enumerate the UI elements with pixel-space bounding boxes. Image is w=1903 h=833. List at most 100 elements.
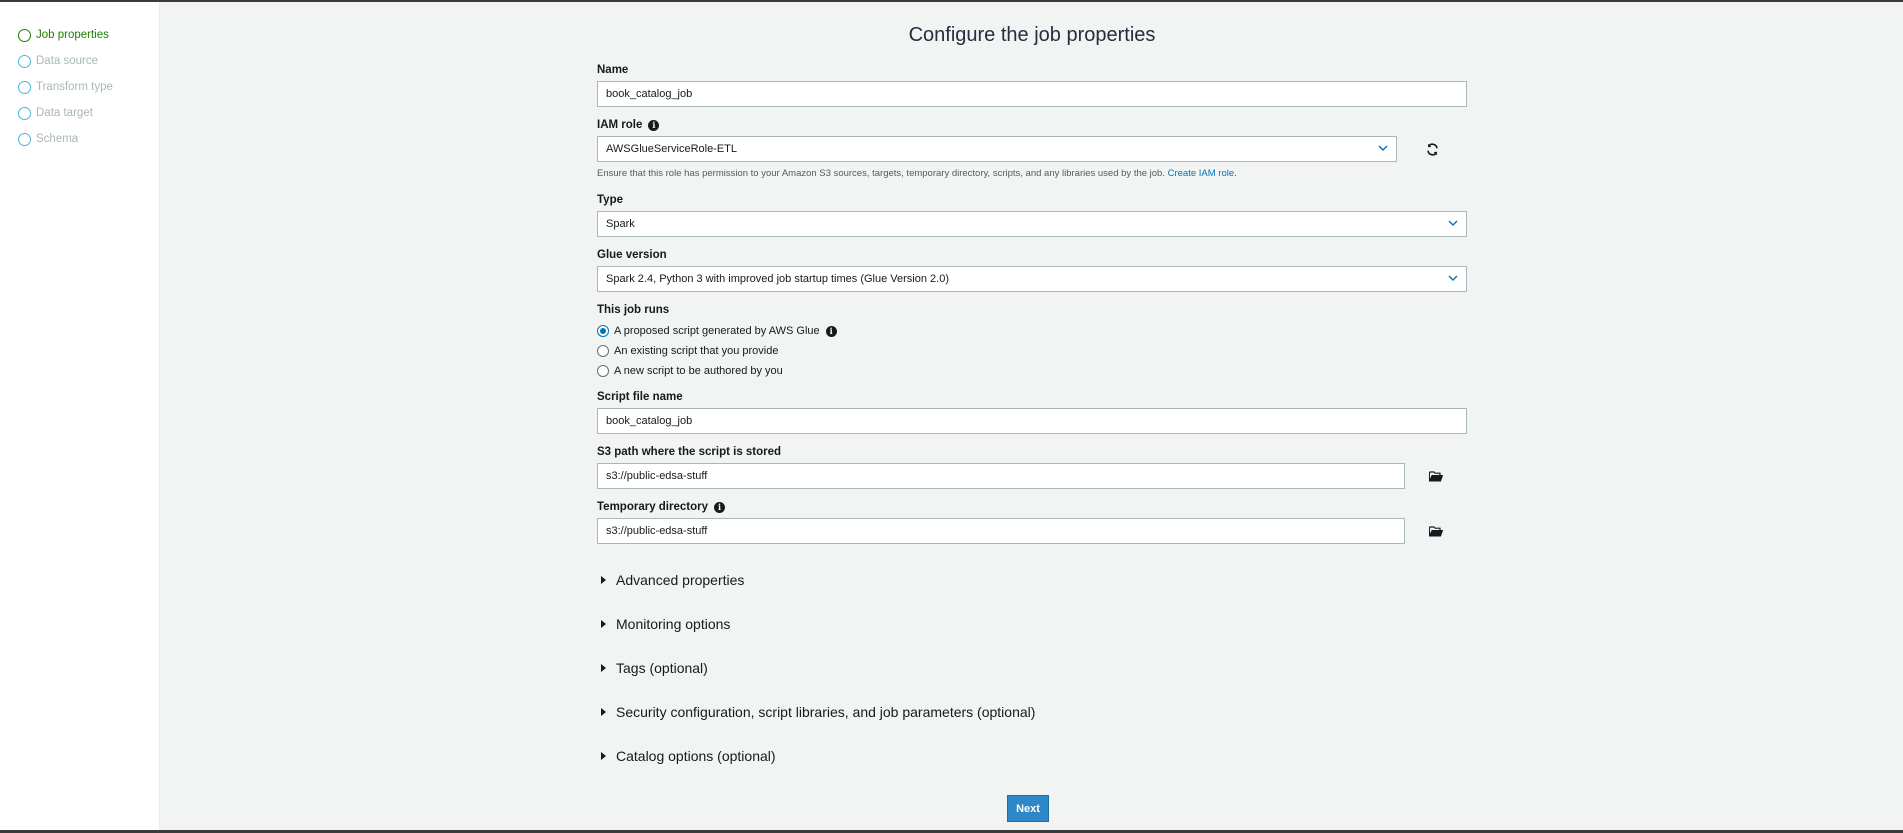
iam-role-select[interactable]: AWSGlueServiceRole-ETL: [597, 136, 1397, 162]
step-transform-type[interactable]: Transform type: [18, 74, 159, 100]
type-field-group: Type Spark: [597, 192, 1467, 237]
radio-label: An existing script that you provide: [614, 345, 779, 357]
glue-version-field-group: Glue version Spark 2.4, Python 3 with im…: [597, 247, 1467, 292]
step-circle-icon: [18, 54, 31, 68]
step-circle-icon: [18, 80, 31, 94]
name-label-text: Name: [597, 64, 629, 76]
step-label: Data target: [36, 107, 93, 119]
radio-button[interactable]: [597, 365, 609, 377]
type-select-value: Spark: [606, 218, 635, 230]
iam-role-field-group: IAM role i AWSGlueServiceRole-ETL Ensure…: [597, 117, 1467, 182]
browse-s3-path-button[interactable]: [1405, 463, 1467, 489]
job-runs-label-text: This job runs: [597, 304, 670, 316]
monitoring-options-section[interactable]: Monitoring options: [597, 602, 1467, 646]
temp-dir-value: s3://public-edsa-stuff: [606, 525, 708, 537]
temp-dir-field-group: Temporary directory i s3://public-edsa-s…: [597, 499, 1467, 544]
script-file-name-input[interactable]: book_catalog_job: [597, 408, 1467, 434]
iam-role-row: AWSGlueServiceRole-ETL: [597, 136, 1467, 162]
name-input-value: book_catalog_job: [606, 88, 693, 100]
glue-version-label: Glue version: [597, 247, 1467, 263]
section-label: Tags (optional): [616, 660, 708, 676]
job-runs-group: This job runs A proposed script generate…: [597, 302, 1467, 381]
catalog-options-section[interactable]: Catalog options (optional): [597, 734, 1467, 778]
s3-path-value: s3://public-edsa-stuff: [606, 470, 708, 482]
s3-path-field-group: S3 path where the script is stored s3://…: [597, 444, 1467, 489]
glue-version-select-value: Spark 2.4, Python 3 with improved job st…: [606, 273, 949, 285]
type-label: Type: [597, 192, 1467, 208]
page-title: Configure the job properties: [908, 24, 1156, 46]
iam-role-label: IAM role i: [597, 117, 1467, 133]
step-schema[interactable]: Schema: [18, 126, 159, 152]
tags-section[interactable]: Tags (optional): [597, 646, 1467, 690]
main-content: Configure the job properties Name book_c…: [161, 2, 1903, 830]
caret-right-icon: [601, 752, 606, 760]
s3-path-label: S3 path where the script is stored: [597, 444, 1467, 460]
caret-right-icon: [601, 576, 606, 584]
temp-dir-label-text: Temporary directory: [597, 501, 708, 513]
name-field-group: Name book_catalog_job: [597, 62, 1467, 107]
step-label: Job properties: [36, 29, 109, 41]
script-file-name-value: book_catalog_job: [606, 415, 693, 427]
temp-dir-row: s3://public-edsa-stuff: [597, 518, 1467, 544]
section-label: Security configuration, script libraries…: [616, 704, 1036, 720]
script-file-name-label: Script file name: [597, 389, 1467, 405]
iam-role-select-value: AWSGlueServiceRole-ETL: [606, 143, 738, 155]
iam-role-label-text: IAM role: [597, 119, 643, 131]
name-label: Name: [597, 62, 1467, 78]
s3-path-label-text: S3 path where the script is stored: [597, 446, 782, 458]
info-icon[interactable]: i: [825, 325, 837, 337]
s3-path-row: s3://public-edsa-stuff: [597, 463, 1467, 489]
wizard-steps: Job properties Data source Transform typ…: [0, 2, 159, 152]
chevron-down-icon: [1448, 220, 1458, 226]
wizard-sidebar: Job properties Data source Transform typ…: [0, 2, 160, 830]
script-file-name-field-group: Script file name book_catalog_job: [597, 389, 1467, 434]
step-label: Schema: [36, 133, 79, 145]
s3-path-input[interactable]: s3://public-edsa-stuff: [597, 463, 1405, 489]
radio-button[interactable]: [597, 325, 609, 337]
job-runs-option-existing[interactable]: An existing script that you provide: [597, 341, 1467, 361]
job-runs-label: This job runs: [597, 302, 1467, 318]
type-select[interactable]: Spark: [597, 211, 1467, 237]
refresh-icon: [1426, 142, 1438, 156]
info-icon[interactable]: i: [714, 501, 725, 513]
temp-dir-label: Temporary directory i: [597, 499, 1467, 515]
step-circle-icon: [18, 106, 31, 120]
iam-role-help-text: Ensure that this role has permission to …: [597, 168, 1165, 179]
next-button[interactable]: Next: [1007, 795, 1049, 822]
step-circle-icon: [18, 28, 31, 42]
radio-label: A new script to be authored by you: [614, 365, 783, 377]
step-label: Data source: [36, 55, 99, 67]
security-configuration-section[interactable]: Security configuration, script libraries…: [597, 690, 1467, 734]
caret-right-icon: [601, 664, 606, 672]
glue-version-select[interactable]: Spark 2.4, Python 3 with improved job st…: [597, 266, 1467, 292]
section-label: Monitoring options: [616, 616, 731, 632]
step-circle-icon: [18, 132, 31, 146]
chevron-down-icon: [1448, 275, 1458, 281]
iam-role-help: Ensure that this role has permission to …: [597, 168, 1467, 182]
folder-open-icon: [1429, 470, 1443, 481]
refresh-button[interactable]: [1397, 136, 1467, 162]
create-iam-role-link[interactable]: Create IAM role.: [1168, 168, 1237, 179]
expandable-sections: Advanced properties Monitoring options T…: [597, 558, 1467, 778]
step-data-target[interactable]: Data target: [18, 100, 159, 126]
radio-label: A proposed script generated by AWS Glue: [614, 325, 820, 337]
name-input[interactable]: book_catalog_job: [597, 81, 1467, 107]
temp-dir-input[interactable]: s3://public-edsa-stuff: [597, 518, 1405, 544]
folder-open-icon: [1429, 525, 1443, 536]
step-job-properties[interactable]: Job properties: [18, 22, 159, 48]
advanced-properties-section[interactable]: Advanced properties: [597, 558, 1467, 602]
info-icon[interactable]: i: [648, 119, 660, 131]
radio-button[interactable]: [597, 345, 609, 357]
type-label-text: Type: [597, 194, 623, 206]
job-properties-form: Configure the job properties Name book_c…: [597, 2, 1467, 822]
step-data-source[interactable]: Data source: [18, 48, 159, 74]
caret-right-icon: [601, 708, 606, 716]
job-runs-option-proposed[interactable]: A proposed script generated by AWS Glue …: [597, 321, 1467, 341]
glue-version-label-text: Glue version: [597, 249, 667, 261]
caret-right-icon: [601, 620, 606, 628]
chevron-down-icon: [1378, 145, 1388, 151]
section-label: Advanced properties: [616, 572, 745, 588]
section-label: Catalog options (optional): [616, 748, 776, 764]
job-runs-option-new[interactable]: A new script to be authored by you: [597, 361, 1467, 381]
browse-temp-dir-button[interactable]: [1405, 518, 1467, 544]
